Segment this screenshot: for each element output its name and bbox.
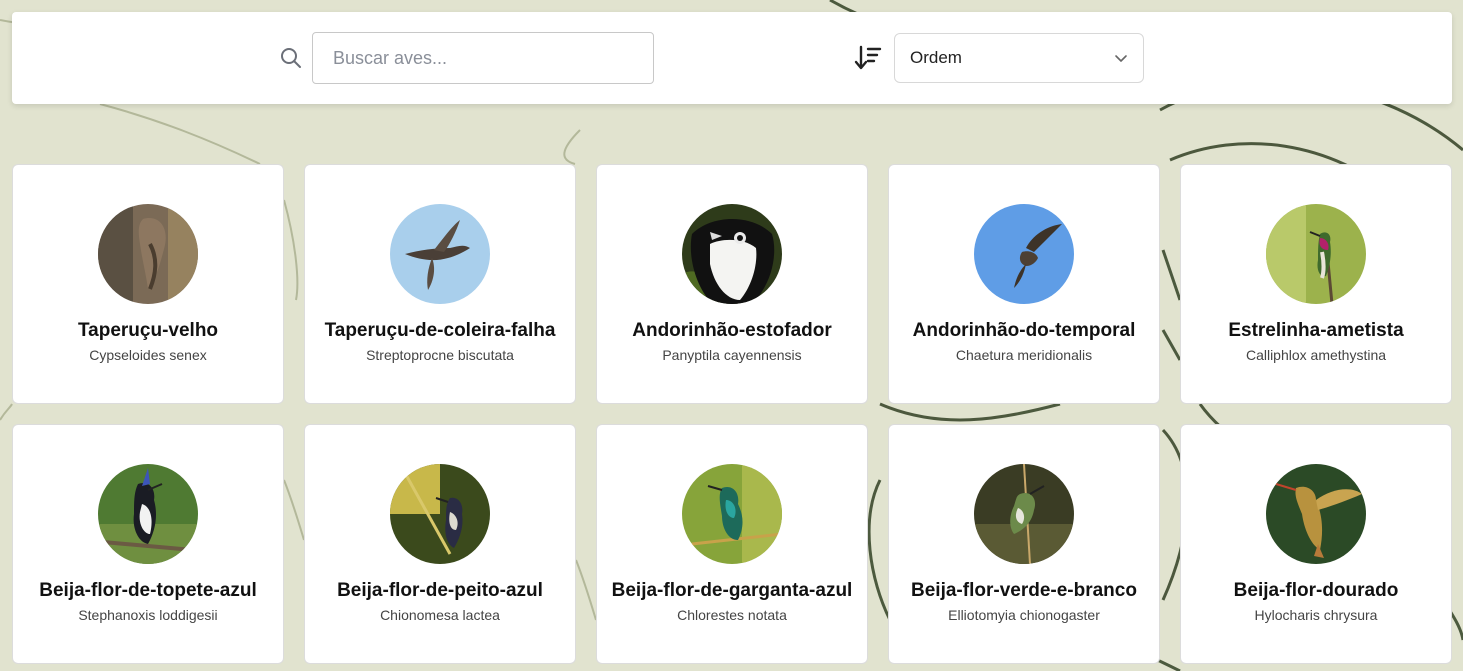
bird-card[interactable]: Estrelinha-ametista Calliphlox amethysti… [1180, 164, 1452, 404]
bird-scientific-name: Calliphlox amethystina [1245, 347, 1387, 363]
bird-common-name: Beija-flor-de-garganta-azul [611, 580, 853, 601]
bird-photo [974, 204, 1074, 304]
bird-photo [682, 204, 782, 304]
bird-scientific-name: Panyptila cayennensis [662, 347, 802, 363]
bird-card[interactable]: Beija-flor-de-garganta-azul Chlorestes n… [596, 424, 868, 664]
bird-common-name: Taperuçu-de-coleira-falha [324, 320, 556, 341]
bird-common-name: Andorinhão-do-temporal [912, 320, 1136, 341]
order-select[interactable]: Ordem [894, 33, 1144, 83]
bird-card[interactable]: Beija-flor-de-peito-azul Chionomesa lact… [304, 424, 576, 664]
bird-card[interactable]: Beija-flor-verde-e-branco Elliotomyia ch… [888, 424, 1160, 664]
bird-scientific-name: Streptoprocne biscutata [366, 347, 514, 363]
bird-photo [390, 204, 490, 304]
sort-descending-icon[interactable] [854, 45, 882, 71]
bird-photo [1266, 204, 1366, 304]
bird-scientific-name: Stephanoxis loddigesii [78, 607, 218, 623]
bird-common-name: Andorinhão-estofador [632, 320, 832, 341]
bird-photo [98, 204, 198, 304]
bird-scientific-name: Cypseloides senex [89, 347, 207, 363]
bird-photo [974, 464, 1074, 564]
bird-card[interactable]: Andorinhão-estofador Panyptila cayennens… [596, 164, 868, 404]
order-select-value: Ordem [910, 48, 962, 67]
bird-card[interactable]: Andorinhão-do-temporal Chaetura meridion… [888, 164, 1160, 404]
bird-common-name: Beija-flor-de-topete-azul [39, 580, 257, 601]
bird-common-name: Estrelinha-ametista [1228, 320, 1404, 341]
bird-scientific-name: Chionomesa lactea [380, 607, 500, 623]
bird-common-name: Beija-flor-de-peito-azul [337, 580, 543, 601]
bird-card[interactable]: Taperuçu-de-coleira-falha Streptoprocne … [304, 164, 576, 404]
search-toolbar: Ordem [12, 12, 1452, 104]
bird-scientific-name: Chaetura meridionalis [955, 347, 1093, 363]
bird-scientific-name: Chlorestes notata [677, 607, 787, 623]
bird-common-name: Taperuçu-velho [77, 320, 219, 341]
search-icon[interactable] [280, 47, 302, 69]
bird-common-name: Beija-flor-dourado [1233, 580, 1399, 601]
chevron-down-icon [1115, 55, 1127, 62]
bird-scientific-name: Hylocharis chrysura [1254, 607, 1378, 623]
search-input[interactable] [312, 32, 654, 84]
bird-common-name: Beija-flor-verde-e-branco [911, 580, 1137, 601]
bird-photo [98, 464, 198, 564]
bird-photo [682, 464, 782, 564]
bird-card[interactable]: Taperuçu-velho Cypseloides senex [12, 164, 284, 404]
bird-photo [390, 464, 490, 564]
bird-photo [1266, 464, 1366, 564]
bird-scientific-name: Elliotomyia chionogaster [948, 607, 1100, 623]
bird-card[interactable]: Beija-flor-dourado Hylocharis chrysura [1180, 424, 1452, 664]
bird-card[interactable]: Beija-flor-de-topete-azul Stephanoxis lo… [12, 424, 284, 664]
